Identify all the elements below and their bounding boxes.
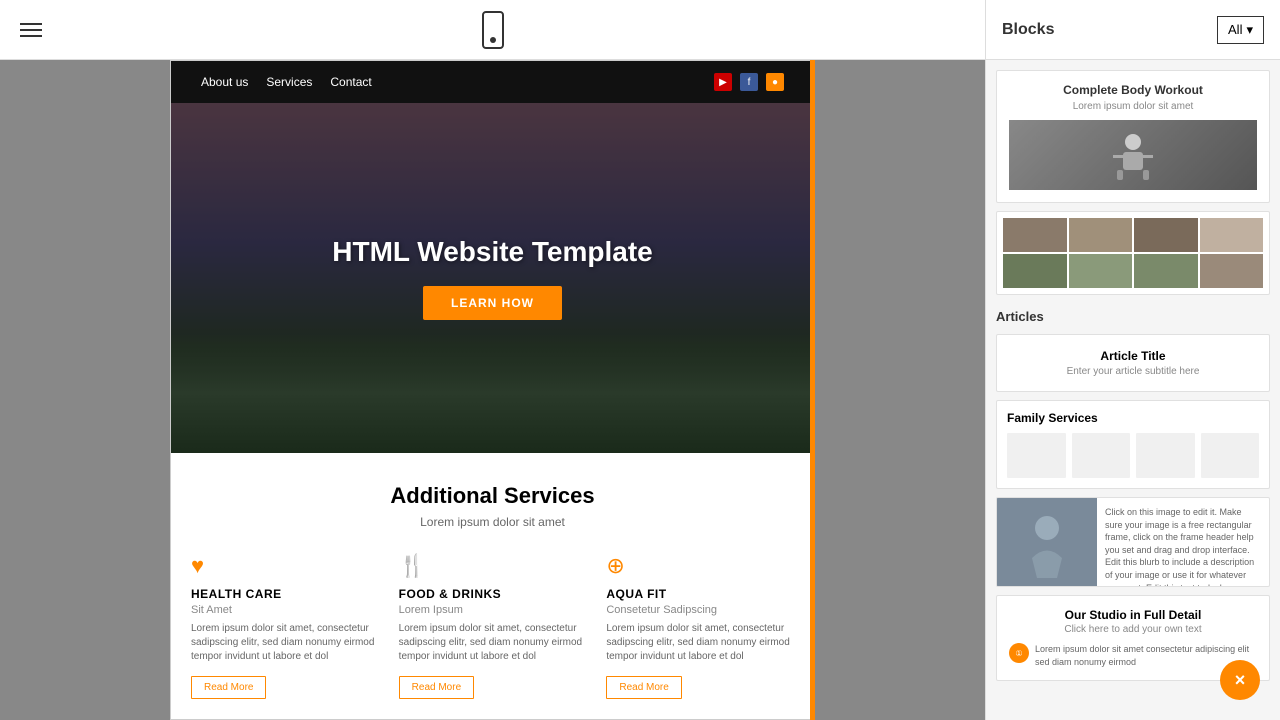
family-columns (1007, 433, 1259, 478)
chevron-down-icon: ▾ (1246, 22, 1253, 38)
article-subtitle-label: Enter your article subtitle here (1011, 366, 1255, 377)
block-sub-workout: Lorem ipsum dolor sit amet (1009, 101, 1257, 112)
block-article-title[interactable]: Article Title Enter your article subtitl… (996, 334, 1270, 392)
panel-content[interactable]: Complete Body Workout Lorem ipsum dolor … (986, 60, 1280, 720)
service-name-aqua: AQUA FIT (606, 587, 794, 601)
site-nav: About us Services Contact ▶ f ● (171, 61, 814, 103)
block-family-services[interactable]: Family Services (996, 400, 1270, 489)
grid-cell-7 (1134, 254, 1198, 288)
heart-icon: ♥ (191, 553, 379, 579)
grid-cell-2 (1069, 218, 1133, 252)
all-dropdown[interactable]: All ▾ (1217, 16, 1264, 44)
yoga-text: Click on this image to edit it. Make sur… (1097, 498, 1269, 586)
family-col-2 (1072, 433, 1131, 478)
block-yoga-image[interactable]: Click on this image to edit it. Make sur… (996, 497, 1270, 587)
service-card-aqua: ⊕ AQUA FIT Consetetur Sadipscing Lorem i… (606, 553, 794, 699)
right-panel: Blocks All ▾ Complete Body Workout Lorem… (985, 0, 1280, 720)
hero-trees (171, 333, 814, 453)
services-section-subtitle: Lorem ipsum dolor sit amet (191, 515, 794, 529)
canvas-border (810, 60, 815, 720)
service-sub-health: Sit Amet (191, 604, 379, 616)
hero-learn-how-button[interactable]: LEARN HOW (423, 286, 562, 320)
services-section: Additional Services Lorem ipsum dolor si… (171, 453, 814, 720)
top-toolbar (0, 0, 985, 60)
nav-about[interactable]: About us (201, 75, 248, 89)
youtube-icon[interactable]: ▶ (714, 73, 732, 91)
service-readmore-health[interactable]: Read More (191, 676, 266, 699)
block-complete-body-workout[interactable]: Complete Body Workout Lorem ipsum dolor … (996, 70, 1270, 203)
service-name-health: HEALTH CARE (191, 587, 379, 601)
hero-content: HTML Website Template LEARN HOW (332, 236, 653, 320)
articles-section-label: Articles (996, 303, 1270, 326)
service-readmore-food[interactable]: Read More (399, 676, 474, 699)
rss-icon[interactable]: ● (766, 73, 784, 91)
nav-contact[interactable]: Contact (330, 75, 371, 89)
family-col-1 (1007, 433, 1066, 478)
hero-title: HTML Website Template (332, 236, 653, 268)
grid-image (1003, 218, 1263, 288)
studio-text: Lorem ipsum dolor sit amet consectetur a… (1035, 643, 1257, 668)
editor-area: About us Services Contact ▶ f ● HTML Web… (0, 0, 985, 720)
service-name-food: FOOD & DRINKS (399, 587, 587, 601)
canvas-container: About us Services Contact ▶ f ● HTML Web… (170, 60, 815, 720)
service-readmore-aqua[interactable]: Read More (606, 676, 681, 699)
yoga-image (997, 498, 1097, 586)
nav-social-icons: ▶ f ● (714, 73, 784, 91)
website-canvas: About us Services Contact ▶ f ● HTML Web… (170, 60, 815, 720)
grid-cell-8 (1200, 254, 1264, 288)
panel-title: Blocks (1002, 21, 1054, 39)
services-section-title: Additional Services (191, 483, 794, 509)
service-sub-aqua: Consetetur Sadipscing (606, 604, 794, 616)
service-card-food: 🍴 FOOD & DRINKS Lorem Ipsum Lorem ipsum … (399, 553, 587, 699)
family-col-3 (1136, 433, 1195, 478)
lifesaver-icon: ⊕ (606, 553, 794, 579)
block-title-workout: Complete Body Workout (1009, 83, 1257, 97)
grid-cell-1 (1003, 218, 1067, 252)
grid-cell-4 (1200, 218, 1264, 252)
hero-section: HTML Website Template LEARN HOW (171, 103, 814, 453)
grid-cell-3 (1134, 218, 1198, 252)
service-sub-food: Lorem Ipsum (399, 604, 587, 616)
grid-cell-5 (1003, 254, 1067, 288)
phone-icon (482, 11, 504, 49)
service-desc-food: Lorem ipsum dolor sit amet, consectetur … (399, 622, 587, 664)
block-photo-grid[interactable] (996, 211, 1270, 295)
studio-icon: ① (1009, 643, 1029, 663)
grid-cell-6 (1069, 254, 1133, 288)
mobile-preview-button[interactable] (482, 11, 504, 49)
studio-subtitle: Click here to add your own text (1009, 624, 1257, 635)
family-col-4 (1201, 433, 1260, 478)
studio-title: Our Studio in Full Detail (1009, 608, 1257, 622)
nav-services[interactable]: Services (266, 75, 312, 89)
article-title-label: Article Title (1011, 349, 1255, 363)
facebook-icon[interactable]: f (740, 73, 758, 91)
fitness-illustration (1103, 130, 1163, 180)
family-services-title: Family Services (1007, 411, 1259, 425)
service-desc-aqua: Lorem ipsum dolor sit amet, consectetur … (606, 622, 794, 664)
hamburger-menu[interactable] (20, 23, 42, 37)
block-image-workout (1009, 120, 1257, 190)
yoga-illustration (997, 498, 1097, 587)
studio-content: ① Lorem ipsum dolor sit amet consectetur… (1009, 643, 1257, 668)
service-desc-health: Lorem ipsum dolor sit amet, consectetur … (191, 622, 379, 664)
service-card-health: ♥ HEALTH CARE Sit Amet Lorem ipsum dolor… (191, 553, 379, 699)
services-grid: ♥ HEALTH CARE Sit Amet Lorem ipsum dolor… (191, 553, 794, 699)
panel-header: Blocks All ▾ (986, 0, 1280, 60)
close-panel-button[interactable]: × (1220, 660, 1260, 700)
fork-icon: 🍴 (399, 553, 587, 579)
nav-links: About us Services Contact (201, 75, 372, 89)
